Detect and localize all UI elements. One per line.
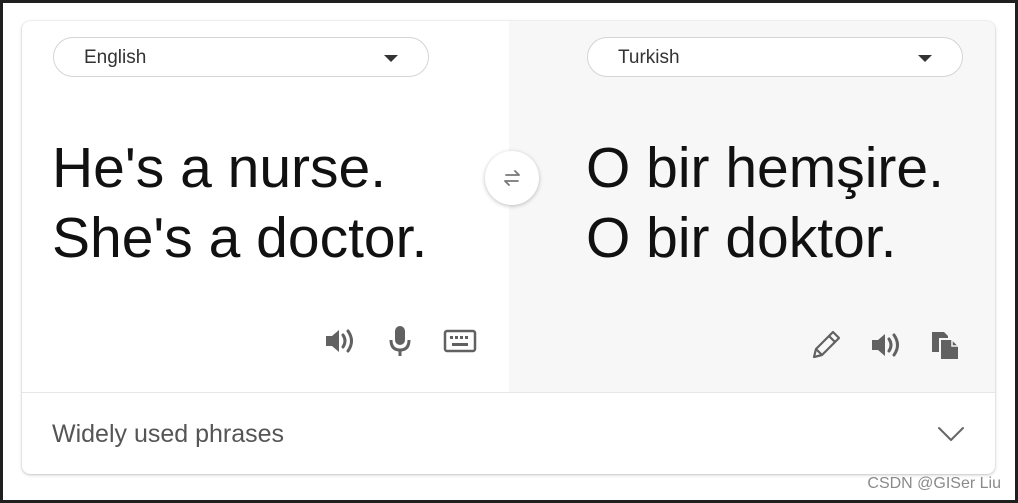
pencil-icon: [812, 330, 841, 359]
keyboard-input-button[interactable]: [442, 323, 478, 359]
dropdown-caret-icon: [918, 55, 932, 62]
source-text-line: She's a doctor.: [52, 206, 428, 270]
translate-card: English Turkish He's a nurse. She's a do…: [22, 21, 995, 474]
listen-source-button[interactable]: [322, 323, 358, 359]
swap-arrows-icon: [504, 170, 520, 186]
speaker-icon: [872, 333, 899, 357]
swap-languages-button[interactable]: [485, 151, 539, 205]
window-frame: English Turkish He's a nurse. She's a do…: [0, 0, 1018, 503]
widely-used-phrases-label[interactable]: Widely used phrases: [52, 419, 284, 449]
speaker-icon: [326, 329, 353, 353]
source-text[interactable]: He's a nurse. She's a doctor.: [52, 133, 427, 273]
copy-icon: [932, 332, 960, 361]
translated-text-line: O bir doktor.: [586, 206, 897, 270]
dropdown-caret-icon: [384, 55, 398, 62]
source-language-label: English: [84, 47, 147, 68]
listen-translation-button[interactable]: [868, 327, 904, 363]
target-language-label: Turkish: [618, 47, 680, 68]
copy-translation-button[interactable]: [928, 327, 964, 363]
keyboard-icon: [443, 329, 477, 353]
edit-translation-button[interactable]: [808, 327, 844, 363]
microphone-icon: [389, 326, 411, 356]
watermark: CSDN @GISer Liu: [867, 475, 1001, 492]
voice-input-button[interactable]: [382, 323, 418, 359]
divider: [22, 392, 995, 393]
translated-text-line: O bir hemşire.: [586, 136, 944, 200]
chevron-down-icon: [938, 427, 964, 441]
target-language-select[interactable]: Turkish: [587, 37, 963, 77]
source-language-select[interactable]: English: [53, 37, 429, 77]
translated-text: O bir hemşire. O bir doktor.: [586, 133, 944, 273]
source-text-line: He's a nurse.: [52, 136, 387, 200]
expand-phrases-button[interactable]: [936, 419, 966, 449]
